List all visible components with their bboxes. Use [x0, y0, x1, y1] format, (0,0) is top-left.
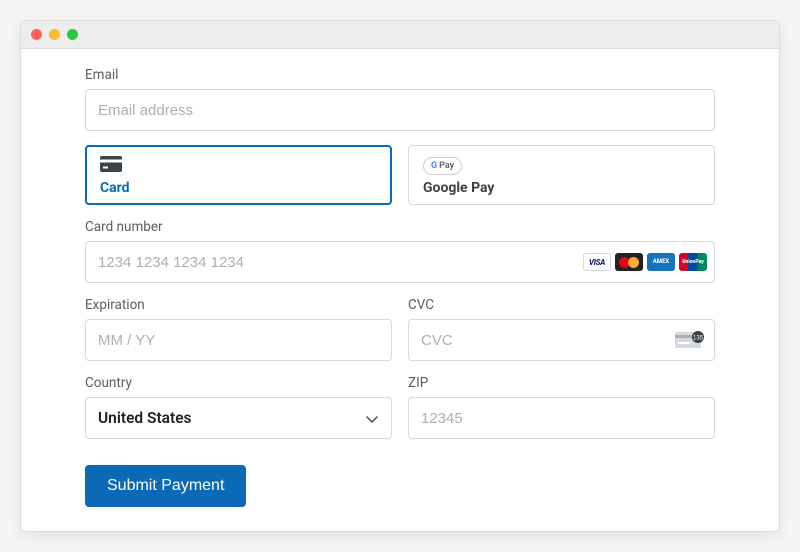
tab-card[interactable]: Card: [85, 145, 392, 205]
visa-icon: VISA: [583, 253, 611, 271]
google-pay-icon: GPay: [423, 157, 462, 175]
titlebar: [21, 21, 779, 49]
zip-field-group: ZIP: [408, 375, 715, 439]
country-select[interactable]: United States: [85, 397, 392, 439]
country-value: United States: [98, 409, 192, 427]
cvc-hint-icon: 135: [675, 330, 705, 350]
credit-card-icon: [100, 156, 122, 176]
mastercard-icon: [615, 253, 643, 271]
amex-icon: AMEX: [647, 253, 675, 271]
email-label: Email: [85, 67, 715, 83]
cvc-input[interactable]: [408, 319, 715, 361]
minimize-icon[interactable]: [49, 29, 60, 40]
unionpay-icon: UnionPay: [679, 253, 707, 271]
zip-label: ZIP: [408, 375, 715, 391]
card-brand-icons: VISA AMEX UnionPay: [583, 253, 707, 271]
expiration-label: Expiration: [85, 297, 392, 313]
close-icon[interactable]: [31, 29, 42, 40]
maximize-icon[interactable]: [67, 29, 78, 40]
country-field-group: Country United States: [85, 375, 392, 439]
card-number-label: Card number: [85, 219, 715, 235]
tab-google-pay-label: Google Pay: [423, 180, 700, 196]
app-window: Email Card GPay Google Pay: [20, 20, 780, 532]
email-field-group: Email: [85, 67, 715, 131]
tab-google-pay[interactable]: GPay Google Pay: [408, 145, 715, 205]
expiration-input[interactable]: [85, 319, 392, 361]
email-input[interactable]: [85, 89, 715, 131]
cvc-label: CVC: [408, 297, 715, 313]
country-label: Country: [85, 375, 392, 391]
svg-text:135: 135: [693, 336, 704, 342]
payment-form: Email Card GPay Google Pay: [21, 49, 779, 531]
zip-input[interactable]: [408, 397, 715, 439]
cvc-field-group: CVC 135: [408, 297, 715, 361]
tab-card-label: Card: [100, 180, 377, 196]
payment-method-tabs: Card GPay Google Pay: [85, 145, 715, 205]
expiration-field-group: Expiration: [85, 297, 392, 361]
submit-payment-button[interactable]: Submit Payment: [85, 465, 246, 507]
card-number-field-group: Card number VISA AMEX UnionPay: [85, 219, 715, 283]
